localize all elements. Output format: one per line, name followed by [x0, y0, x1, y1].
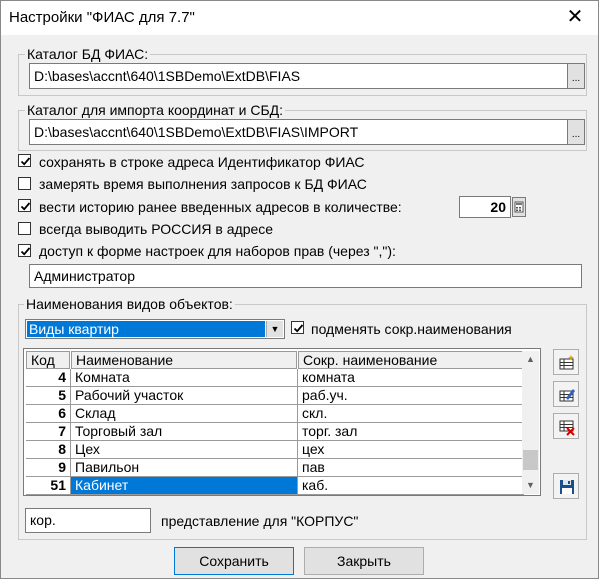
settings-window: Настройки "ФИАС для 7.7" ✕ Каталог БД ФИ… — [0, 0, 599, 579]
db-catalog-label: Каталог БД ФИАС: — [25, 46, 151, 62]
table-row[interactable]: 9 Павильон пав — [26, 459, 524, 477]
object-type-combo-value: Виды квартир — [27, 321, 265, 337]
edit-row-button[interactable] — [553, 381, 579, 407]
always-russia-checkbox[interactable] — [18, 222, 31, 235]
cell-code: 6 — [26, 405, 71, 423]
cell-name: Цех — [71, 441, 298, 459]
cell-short-name: скл. — [298, 405, 524, 423]
save-button[interactable]: Сохранить — [174, 547, 294, 575]
cell-short-name: раб.уч. — [298, 387, 524, 405]
scroll-down-icon[interactable]: ▼ — [522, 477, 539, 494]
cell-name: Торговый зал — [71, 423, 298, 441]
cell-code: 7 — [26, 423, 71, 441]
edit-row-icon — [559, 389, 575, 402]
measure-time-label: замерять время выполнения запросов к БД … — [39, 176, 367, 192]
window-title: Настройки "ФИАС для 7.7" — [9, 9, 195, 26]
title-bar: Настройки "ФИАС для 7.7" ✕ — [1, 1, 598, 35]
table-row[interactable]: 4 Комната комната — [26, 369, 524, 387]
add-row-icon — [559, 355, 574, 370]
cell-short-name: пав — [298, 459, 524, 477]
column-header-code[interactable]: Код — [26, 351, 70, 369]
table-row[interactable]: 6 Склад скл. — [26, 405, 524, 423]
db-catalog-browse-button[interactable]: ... — [567, 63, 585, 89]
object-type-combo[interactable]: Виды квартир ▼ — [25, 319, 285, 339]
store-fias-id-label: сохранять в строке адреса Идентификатор … — [39, 154, 365, 170]
korpus-label: представление для "КОРПУС" — [161, 513, 359, 529]
cell-short-name: цех — [298, 441, 524, 459]
cell-code: 8 — [26, 441, 71, 459]
delete-row-icon — [559, 420, 575, 436]
object-names-label: Наименования видов объектов: — [24, 296, 235, 312]
korpus-field[interactable]: кор. — [25, 508, 151, 533]
floppy-disk-icon — [560, 480, 574, 494]
save-icon-button[interactable] — [553, 473, 579, 499]
rights-access-checkbox[interactable] — [18, 244, 31, 257]
delete-row-button[interactable] — [553, 413, 579, 439]
chevron-down-icon[interactable]: ▼ — [266, 321, 283, 337]
import-catalog-label: Каталог для импорта координат и СБД: — [25, 102, 286, 118]
table-row-selected[interactable]: 51 Кабинет каб. — [26, 477, 524, 495]
history-count-field[interactable]: 20 — [459, 196, 511, 218]
column-header-name[interactable]: Наименование — [71, 351, 297, 369]
scroll-up-icon[interactable]: ▲ — [522, 351, 539, 368]
table-row[interactable]: 5 Рабочий участок раб.уч. — [26, 387, 524, 405]
rights-access-label: доступ к форме настроек для наборов прав… — [39, 243, 396, 259]
cell-name: Павильон — [71, 459, 298, 477]
cell-name: Склад — [71, 405, 298, 423]
replace-short-names-label: подменять сокр.наименования — [311, 321, 512, 337]
import-catalog-browse-button[interactable]: ... — [567, 119, 585, 145]
cell-code: 51 — [26, 477, 71, 495]
calculator-icon[interactable] — [512, 197, 526, 217]
measure-time-checkbox[interactable] — [18, 177, 31, 190]
cell-code: 5 — [26, 387, 71, 405]
cell-name: Рабочий участок — [71, 387, 298, 405]
close-button[interactable]: Закрыть — [304, 547, 424, 575]
cell-short-name: каб. — [298, 477, 524, 495]
column-header-short-name[interactable]: Сокр. наименование — [298, 351, 524, 369]
table-row[interactable]: 7 Торговый зал торг. зал — [26, 423, 524, 441]
import-catalog-field[interactable]: D:\bases\accnt\640\1SBDemo\ExtDB\FIAS\IM… — [29, 119, 568, 145]
always-russia-label: всегда выводить РОССИЯ в адресе — [39, 221, 274, 237]
grid-scrollbar[interactable]: ▲ ▼ — [522, 351, 539, 494]
cell-name: Кабинет — [71, 477, 298, 495]
object-names-grid[interactable]: Код Наименование Сокр. наименование 4 Ко… — [23, 348, 541, 496]
history-label: вести историю ранее введенных адресов в … — [39, 199, 402, 215]
replace-short-names-checkbox[interactable] — [291, 321, 304, 334]
store-fias-id-checkbox[interactable] — [18, 154, 31, 167]
cell-short-name: торг. зал — [298, 423, 524, 441]
table-row[interactable]: 8 Цех цех — [26, 441, 524, 459]
history-checkbox[interactable] — [18, 199, 31, 212]
cell-code: 9 — [26, 459, 71, 477]
rights-field[interactable]: Администратор — [29, 264, 582, 288]
add-row-button[interactable] — [553, 349, 579, 375]
close-icon[interactable]: ✕ — [552, 1, 598, 34]
cell-code: 4 — [26, 369, 71, 387]
scroll-thumb[interactable] — [523, 449, 538, 470]
db-catalog-field[interactable]: D:\bases\accnt\640\1SBDemo\ExtDB\FIAS — [29, 63, 568, 89]
cell-name: Комната — [71, 369, 298, 387]
cell-short-name: комната — [298, 369, 524, 387]
